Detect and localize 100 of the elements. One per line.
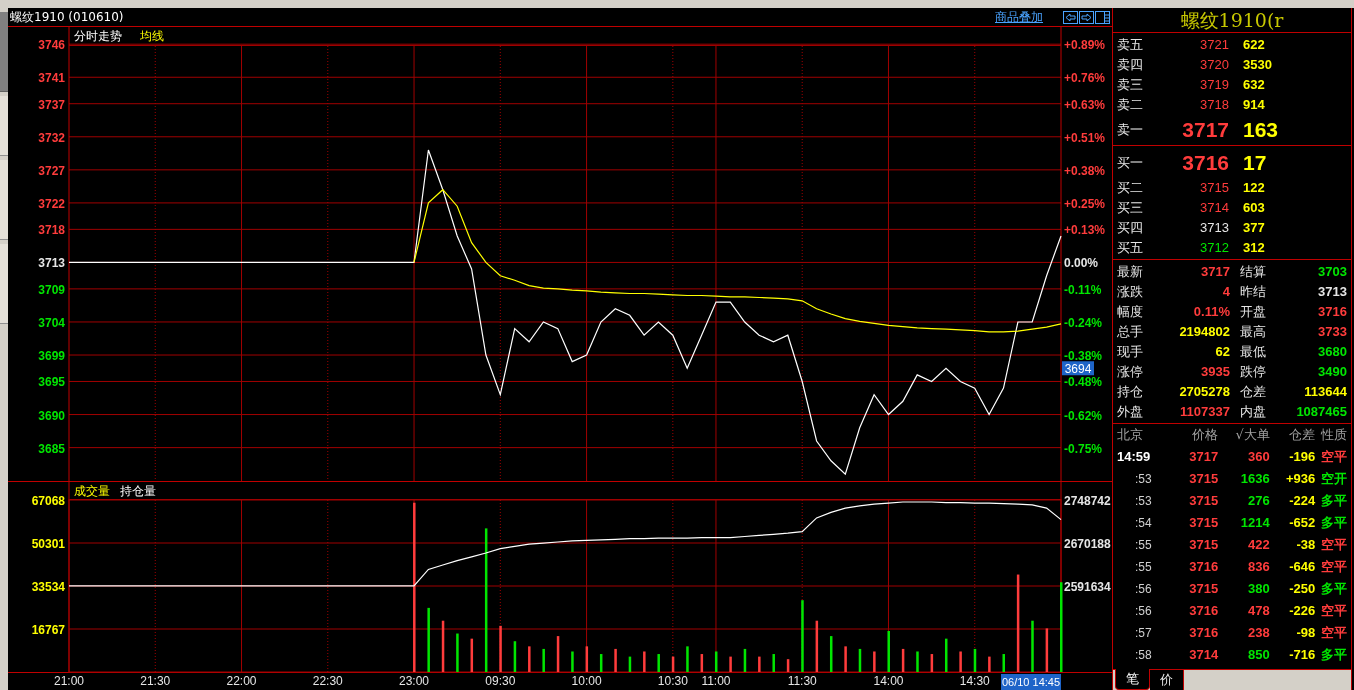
time-axis-label: 22:00 [226,674,257,688]
order-price: 3712 [1199,239,1229,258]
order-volume: 622 [1243,36,1265,55]
time-axis-label: 14:30 [959,674,990,688]
volume-bar [628,656,632,672]
volume-bar [758,656,761,672]
price-axis-label: 3741 [38,71,65,86]
stat-value: 3490 [1317,363,1347,382]
volume-axis-label: 67068 [31,494,65,508]
trade-volume: 422 [1247,536,1270,555]
order-label: 卖四 [1117,56,1144,75]
trade-price: 3715 [1188,580,1219,599]
cursor-price-label: 3694 [1062,361,1094,376]
stat-label: 开盘 [1240,303,1266,322]
trade-nature: 空平 [1320,558,1347,577]
right-arrow-icon[interactable] [1079,10,1094,24]
column-header: 价格 [1191,426,1219,445]
trade-time: 14:59 [1117,448,1152,467]
volume-bar [801,600,804,672]
order-label: 卖三 [1117,76,1144,95]
time-axis-label: 21:30 [140,674,171,688]
trade-time: :58 [1134,647,1153,664]
price-axis-label: 3699 [38,349,65,363]
trade-volume: 238 [1247,624,1270,643]
trade-nature: 空平 [1320,536,1347,555]
volume-bar [470,638,474,672]
stat-value: 3716 [1317,303,1347,322]
price-axis-label: 3722 [38,196,65,211]
order-label: 买三 [1117,199,1144,218]
trade-time: :55 [1134,559,1153,576]
percent-axis-label: +0.25% [1064,196,1106,211]
trade-time: :56 [1134,581,1153,598]
order-volume: 312 [1243,239,1265,258]
stat-label: 现手 [1117,343,1143,362]
trade-price: 3714 [1188,646,1219,665]
trade-volume: 380 [1247,580,1270,599]
stat-value: 3935 [1200,363,1230,382]
order-volume: 3530 [1243,56,1272,75]
order-label: 买四 [1117,219,1144,238]
overlay-link[interactable]: 商品叠加 [995,8,1043,26]
order-price: 3716 [1181,150,1229,177]
chart-title: 螺纹1910 (010610) [10,9,124,26]
time-axis-label: 23:00 [399,674,430,688]
percent-axis-label: +0.76% [1064,71,1106,86]
volume-bar [1045,628,1049,672]
time-axis-label: 14:00 [873,674,904,688]
stat-value: 113644 [1303,383,1347,402]
quote-title: 螺纹1910(r [1180,10,1284,30]
stat-label: 持仓 [1117,383,1143,402]
trade-volume: 850 [1247,646,1270,665]
volume-bar [528,646,531,672]
volume-axis-label: 33534 [31,580,65,594]
vertical-tab[interactable] [0,96,8,156]
stat-value: 0.11% [1192,303,1230,322]
trade-price: 3715 [1188,492,1219,511]
volume-bar [700,654,704,672]
volume-bar [858,648,862,672]
left-arrow-icon[interactable] [1063,10,1078,24]
order-label: 卖一 [1117,121,1144,140]
volume-bar [427,607,430,672]
order-label: 卖二 [1117,96,1144,115]
volume-bar [686,646,689,672]
trade-nature: 空平 [1320,602,1347,621]
volume-bar [714,651,718,672]
trade-time: :57 [1134,625,1153,642]
trade-nature: 空平 [1320,624,1347,643]
vertical-tab[interactable] [0,244,8,324]
stat-value: 4 [1221,283,1230,302]
vertical-tab[interactable] [0,160,8,240]
volume-bar [1002,654,1005,672]
trade-volume: 1214 [1239,514,1270,533]
trade-tab[interactable]: 笔 [1115,669,1150,690]
volume-bar [729,656,732,672]
volume-bar [1031,620,1034,672]
order-volume: 163 [1243,117,1279,144]
trade-tab[interactable]: 价 [1150,670,1184,690]
trade-oi-change: -716 [1288,646,1316,665]
panel-icon[interactable] [1095,10,1110,24]
order-price: 3721 [1199,36,1229,55]
trade-price: 3715 [1188,536,1219,555]
stat-value: 3733 [1317,323,1347,342]
stat-label: 幅度 [1117,303,1143,322]
trade-oi-change: -38 [1295,536,1316,555]
vertical-tab[interactable] [0,12,8,92]
trade-price: 3717 [1188,448,1219,467]
order-volume: 17 [1243,150,1267,177]
trade-oi-change: -226 [1288,602,1316,621]
trade-nature: 空开 [1320,470,1347,489]
order-price: 3713 [1199,219,1229,238]
volume-bar [499,625,502,672]
trade-nature: 多平 [1320,492,1347,511]
legend-label: 成交量 [74,484,110,498]
percent-axis-label: -0.75% [1064,441,1103,456]
order-volume: 377 [1243,219,1265,238]
trade-oi-change: +936 [1285,470,1316,489]
order-label: 买一 [1117,154,1144,173]
percent-axis-label: -0.48% [1064,375,1103,390]
volume-bar [643,651,646,672]
order-price: 3717 [1181,117,1229,144]
stat-value: 2705278 [1178,383,1230,402]
